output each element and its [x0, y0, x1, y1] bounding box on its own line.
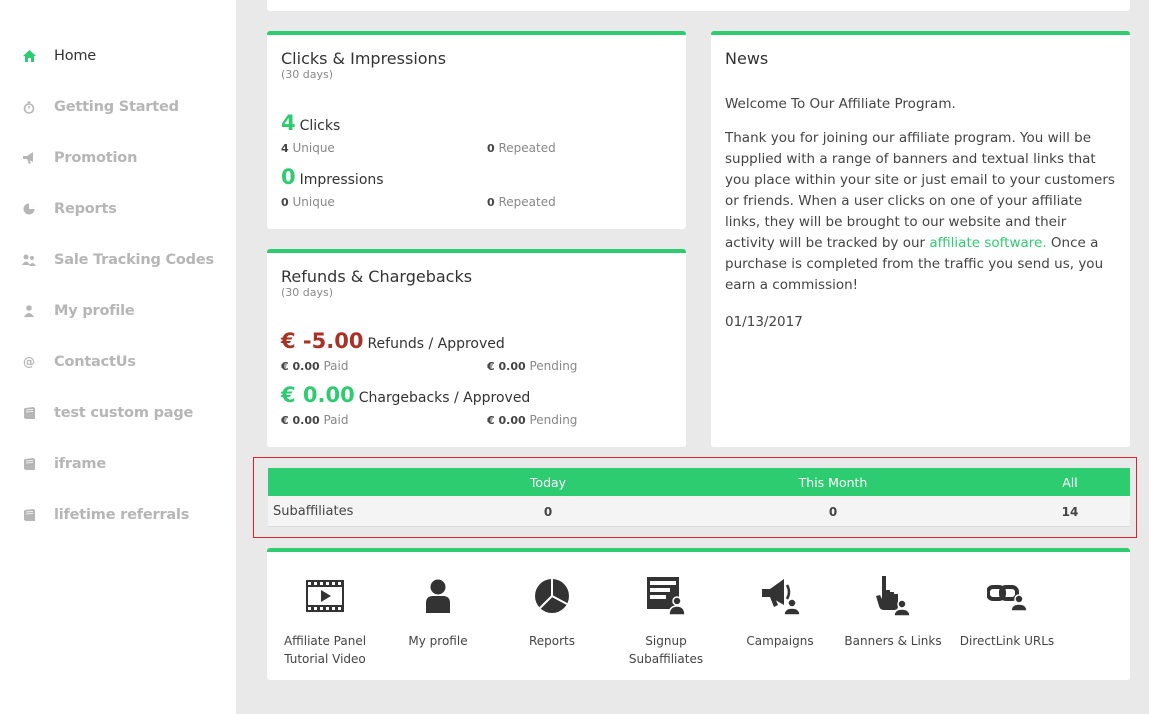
news-body: Thank you for joining our affiliate prog…: [725, 130, 1115, 293]
sidebar-item-contactus[interactable]: @ ContactUs: [0, 342, 236, 382]
clicks-impressions-panel: Clicks & Impressions (30 days) 4 Clicks …: [267, 31, 686, 229]
main-content: Clicks & Impressions (30 days) 4 Clicks …: [236, 0, 1149, 714]
column-header-all: All: [1062, 475, 1078, 490]
impressions-unique: 0 Unique: [281, 195, 335, 209]
users-icon: [22, 253, 36, 267]
top-panel-remnant: [267, 0, 1130, 11]
book-icon: [22, 457, 36, 471]
news-date: 01/13/2017: [725, 314, 803, 330]
news-panel: News Welcome To Our Affiliate Program. T…: [711, 31, 1130, 447]
pie-chart-icon: [495, 576, 609, 616]
chargebacks-paid: € 0.00 Paid: [281, 413, 349, 427]
panel-subtitle: (30 days): [281, 68, 334, 81]
panel-title: Refunds & Chargebacks: [281, 267, 473, 286]
stopwatch-icon: [22, 100, 36, 114]
sidebar-item-label: iframe: [54, 456, 106, 472]
tile-label: Banners & Links: [844, 634, 942, 648]
sidebar-item-label: My profile: [54, 303, 135, 319]
refunds-paid: € 0.00 Paid: [281, 359, 349, 373]
sidebar-item-label: Promotion: [54, 150, 138, 166]
chargebacks-row: € 0.00 Chargebacks / Approved: [281, 383, 530, 407]
sidebar-item-test-custom-page[interactable]: test custom page: [0, 393, 236, 433]
tile-reports[interactable]: Reports: [495, 576, 609, 650]
clicks-count: 4: [281, 111, 296, 135]
video-icon: [268, 576, 382, 616]
subaffiliates-table: Today This Month All Subaffiliates 0 0 1…: [268, 468, 1130, 527]
subaffiliates-highlight: Today This Month All Subaffiliates 0 0 1…: [253, 457, 1137, 538]
impressions-label: Impressions: [299, 172, 384, 188]
book-icon: [22, 508, 36, 522]
sidebar-item-getting-started[interactable]: Getting Started: [0, 87, 236, 127]
cell-today: 0: [543, 505, 553, 519]
tile-label: Signup Subaffiliates: [628, 634, 704, 666]
bullhorn-icon: [22, 151, 36, 165]
sidebar-item-lifetime-referrals[interactable]: lifetime referrals: [0, 495, 236, 535]
sidebar-item-promotion[interactable]: Promotion: [0, 138, 236, 178]
signup-form-icon: [609, 576, 723, 616]
sidebar-item-label: Home: [54, 48, 97, 64]
refunds-row: € -5.00 Refunds / Approved: [281, 329, 505, 353]
sidebar-item-home[interactable]: Home: [0, 36, 236, 76]
book-icon: [22, 406, 36, 420]
tile-banners-links[interactable]: Banners & Links: [836, 576, 950, 650]
tile-label: DirectLink URLs: [959, 634, 1055, 648]
tile-label: Campaigns: [746, 634, 814, 648]
panel-subtitle: (30 days): [281, 286, 334, 299]
refunds-chargebacks-panel: Refunds & Chargebacks (30 days) € -5.00 …: [267, 249, 686, 447]
chargebacks-pending: € 0.00 Pending: [487, 413, 578, 427]
tile-label: Reports: [528, 634, 576, 648]
tile-label: My profile: [408, 634, 468, 648]
sidebar-item-label: lifetime referrals: [54, 507, 190, 523]
column-header-this-month: This Month: [798, 475, 868, 490]
tile-campaigns[interactable]: Campaigns: [723, 576, 837, 650]
impressions-repeated: 0 Repeated: [487, 195, 556, 209]
clicks-label: Clicks: [299, 118, 341, 134]
tile-affiliate-panel-tutorial-video[interactable]: Affiliate Panel Tutorial Video: [268, 576, 382, 668]
sidebar-item-label: Reports: [54, 201, 117, 217]
cell-this-month: 0: [828, 505, 838, 519]
sidebar-item-sale-tracking-codes[interactable]: Sale Tracking Codes: [0, 240, 236, 280]
chargebacks-amount: € 0.00: [281, 383, 355, 407]
person-icon: [381, 576, 495, 616]
chargebacks-label: Chargebacks / Approved: [358, 390, 531, 406]
sidebar-item-label: Getting Started: [54, 99, 179, 115]
affiliate-software-link[interactable]: affiliate software.: [929, 235, 1046, 251]
sidebar: Home Getting Started Promotion Reports S…: [0, 0, 236, 714]
impressions-row: 0 Impressions: [281, 165, 384, 189]
table-header: Today This Month All: [268, 468, 1130, 496]
sidebar-item-label: Sale Tracking Codes: [54, 252, 214, 268]
refunds-pending: € 0.00 Pending: [487, 359, 578, 373]
impressions-count: 0: [281, 165, 296, 189]
panel-title: Clicks & Impressions: [281, 49, 447, 68]
tile-directlink-urls[interactable]: DirectLink URLs: [950, 576, 1064, 650]
tile-label: Affiliate Panel Tutorial Video: [283, 634, 367, 666]
tile-signup-subaffiliates[interactable]: Signup Subaffiliates: [609, 576, 723, 668]
clicks-row: 4 Clicks: [281, 111, 340, 135]
row-label: Subaffiliates: [273, 504, 354, 519]
column-header-today: Today: [529, 475, 567, 490]
cell-all: 14: [1061, 505, 1079, 519]
sidebar-item-label: ContactUs: [54, 354, 136, 370]
panel-title: News: [725, 49, 769, 68]
link-chain-icon: [950, 576, 1064, 616]
refunds-label: Refunds / Approved: [367, 336, 505, 352]
megaphone-icon: [723, 576, 837, 616]
at-icon: @: [23, 355, 35, 369]
user-icon: [22, 304, 36, 318]
news-headline: Welcome To Our Affiliate Program.: [725, 96, 956, 112]
home-icon: [22, 49, 36, 63]
sidebar-item-my-profile[interactable]: My profile: [0, 291, 236, 331]
sidebar-item-label: test custom page: [54, 405, 194, 421]
pointer-hand-icon: [836, 576, 950, 616]
table-row: Subaffiliates 0 0 14: [268, 496, 1130, 527]
refunds-amount: € -5.00: [281, 329, 364, 353]
clicks-unique: 4 Unique: [281, 141, 335, 155]
sidebar-item-iframe[interactable]: iframe: [0, 444, 236, 484]
pie-chart-icon: [22, 202, 36, 216]
tile-my-profile[interactable]: My profile: [381, 576, 495, 650]
quicklinks-panel: Affiliate Panel Tutorial Video My profile…: [267, 548, 1130, 680]
clicks-repeated: 0 Repeated: [487, 141, 556, 155]
sidebar-item-reports[interactable]: Reports: [0, 189, 236, 229]
